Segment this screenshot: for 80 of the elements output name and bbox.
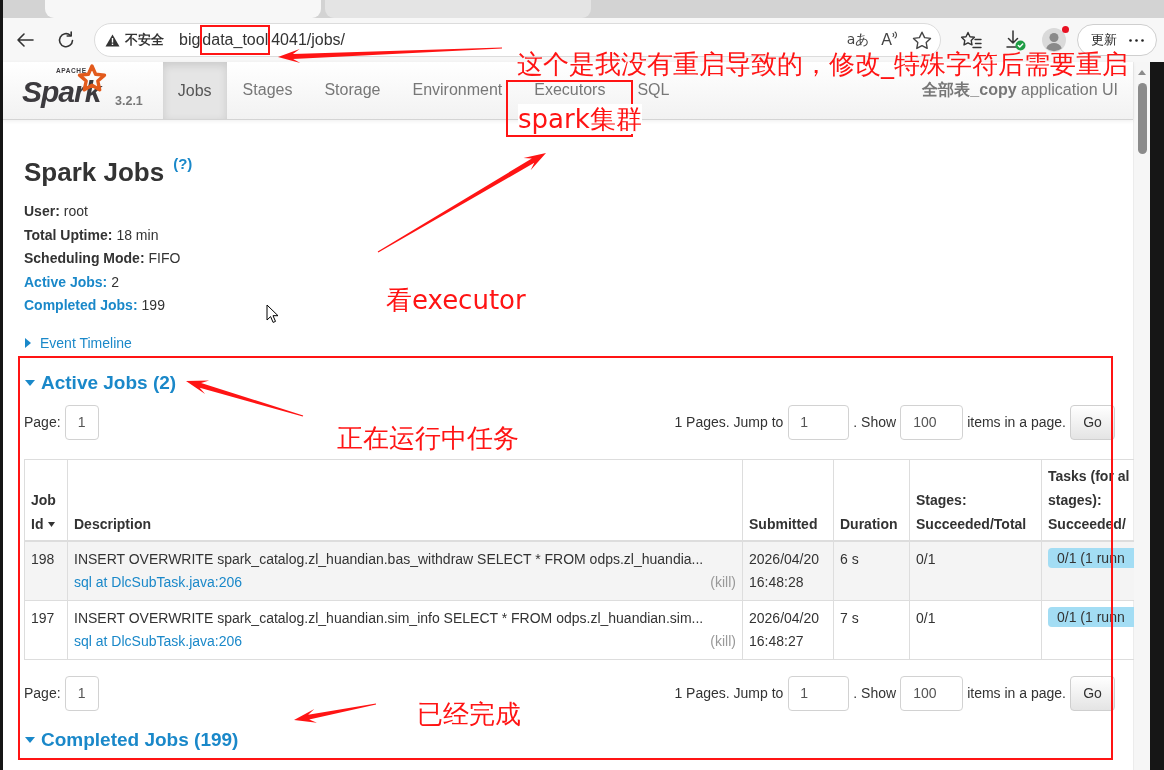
nav-tab[interactable]: Environment bbox=[396, 79, 519, 100]
section-heading-toggle[interactable]: Active Jobs (2) bbox=[24, 369, 177, 396]
column-header[interactable]: Job Id bbox=[24, 459, 68, 541]
table-cell: 198 bbox=[24, 540, 68, 600]
column-header[interactable]: Stages: Succeeded/Total bbox=[909, 459, 1042, 541]
show-text: . Show bbox=[853, 414, 897, 430]
version-label: 3.2.1 bbox=[115, 94, 143, 110]
read-aloud-button[interactable]: A bbox=[881, 31, 898, 49]
event-timeline-toggle[interactable]: Event Timeline bbox=[24, 332, 132, 353]
summary-value: 2 bbox=[111, 272, 120, 292]
job-description: INSERT OVERWRITE spark_catalog.zl_huandian.sim_info SELECT * FROM odps.zl_huandian.sim... bbox=[74, 608, 705, 628]
summary-link[interactable]: Completed Jobs: bbox=[24, 294, 138, 318]
url-text: data_tool bbox=[202, 31, 269, 49]
page-number-field[interactable]: 1 bbox=[64, 404, 99, 440]
back-arrow-icon[interactable] bbox=[16, 32, 34, 48]
show-text: . Show bbox=[853, 685, 897, 701]
items-per-page-text: items in a page. bbox=[967, 685, 1066, 701]
table-cell: 197 bbox=[24, 600, 68, 659]
favorites-icon[interactable] bbox=[960, 30, 982, 50]
table-cell: 2026/04/20 16:48:28 bbox=[742, 540, 834, 600]
annotation-text: spark集群 bbox=[518, 104, 642, 134]
page-label: Page: bbox=[24, 685, 61, 701]
column-header[interactable]: Duration bbox=[833, 459, 910, 541]
help-link[interactable]: (?) bbox=[173, 156, 193, 172]
nav-tab[interactable]: Stages bbox=[226, 79, 309, 100]
table-cell: 7 s bbox=[833, 600, 910, 659]
page-title: Spark Jobs bbox=[24, 156, 165, 188]
application-name: 全部表_copy application UI bbox=[922, 79, 1118, 100]
table-cell: 6 s bbox=[833, 540, 910, 600]
annotation-text: 已经完成 bbox=[417, 699, 521, 729]
star-icon[interactable] bbox=[912, 30, 932, 50]
more-icon bbox=[1128, 38, 1144, 42]
download-icon[interactable] bbox=[1004, 29, 1026, 51]
jump-to-field[interactable]: 1 bbox=[788, 675, 850, 711]
column-header[interactable]: Submitted bbox=[742, 459, 834, 541]
translate-button[interactable]: aあ bbox=[846, 31, 870, 49]
pages-text: 1 Pages. Jump to bbox=[674, 685, 784, 701]
summary-value: FIFO bbox=[148, 249, 181, 268]
nav-tab[interactable]: Storage bbox=[308, 79, 397, 100]
security-label: 不安全 bbox=[125, 31, 164, 49]
sound-waves-icon bbox=[892, 31, 898, 40]
call-site-link[interactable]: sql at DlcSubTask.java:206 bbox=[74, 629, 243, 653]
items-per-page-text: items in a page. bbox=[967, 414, 1066, 430]
section-heading-toggle[interactable]: Completed Jobs (199) bbox=[24, 728, 239, 751]
page-label: Page: bbox=[24, 414, 61, 430]
job-description: INSERT OVERWRITE spark_catalog.zl_huandian.bas_withdraw SELECT * FROM odps.zl_huandia... bbox=[74, 549, 705, 569]
page-number-field[interactable]: 1 bbox=[64, 675, 99, 711]
page-size-field[interactable]: 100 bbox=[900, 404, 964, 440]
summary-label: Scheduling Mode: bbox=[24, 249, 145, 268]
summary-value: root bbox=[63, 202, 88, 221]
scrollbar-track[interactable] bbox=[1133, 62, 1150, 770]
column-header[interactable]: Description bbox=[67, 459, 743, 541]
table-cell: 0/1 bbox=[909, 540, 1042, 600]
annotation-text: 正在运行中任务 bbox=[337, 423, 519, 453]
summary-value: 199 bbox=[141, 296, 165, 315]
mouse-cursor-icon bbox=[266, 304, 279, 324]
nav-tab[interactable]: SQL bbox=[621, 79, 686, 100]
table-cell: 2026/04/20 16:48:27 bbox=[742, 600, 834, 659]
nav-tab[interactable]: Jobs bbox=[162, 62, 227, 119]
table-cell: 0/1 bbox=[909, 600, 1042, 659]
summary-label: User: bbox=[24, 202, 60, 221]
warning-icon bbox=[105, 33, 120, 47]
page-size-field[interactable]: 100 bbox=[900, 675, 964, 711]
url-text: 4041/jobs/ bbox=[271, 31, 346, 49]
reload-icon[interactable] bbox=[57, 31, 75, 49]
annotation-text: 看executor bbox=[386, 285, 526, 315]
notification-dot-icon bbox=[1062, 26, 1069, 33]
jump-to-field[interactable]: 1 bbox=[788, 404, 850, 440]
scrollbar-thumb[interactable] bbox=[1137, 83, 1147, 154]
nav-tab[interactable]: Executors bbox=[518, 79, 622, 100]
avatar-icon[interactable] bbox=[1042, 28, 1066, 52]
go-button[interactable]: Go bbox=[1070, 675, 1115, 711]
go-button[interactable]: Go bbox=[1070, 404, 1115, 440]
summary-link[interactable]: Active Jobs: bbox=[24, 270, 108, 294]
scroll-up-icon[interactable] bbox=[1138, 70, 1146, 75]
pages-text: 1 Pages. Jump to bbox=[674, 414, 784, 430]
call-site-link[interactable]: sql at DlcSubTask.java:206 bbox=[74, 570, 243, 594]
url-text: big bbox=[179, 31, 201, 49]
summary-label: Total Uptime: bbox=[24, 225, 113, 245]
summary-value: 18 min bbox=[116, 225, 159, 245]
